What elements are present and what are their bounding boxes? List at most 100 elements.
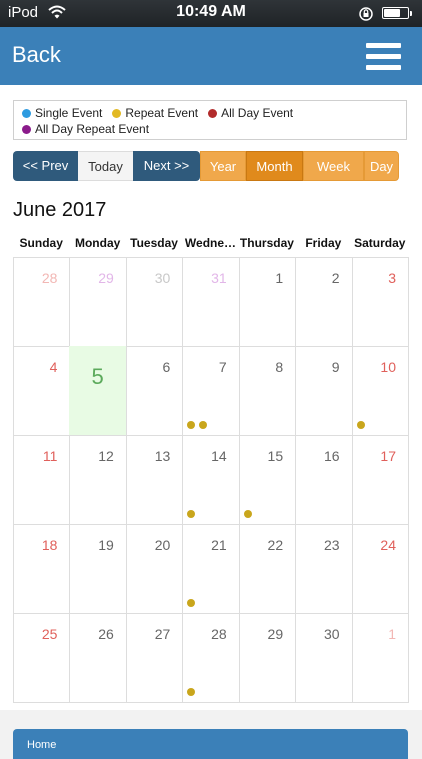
day-number: 28 [211,626,227,642]
day-cell[interactable]: 24 [351,524,409,614]
legend-dot-icon [208,109,218,118]
day-number: 30 [154,270,171,286]
day-cell[interactable]: 30 [125,257,184,347]
day-number: 10 [380,359,396,375]
day-cell[interactable]: 8 [238,346,297,436]
day-number: 15 [267,448,284,464]
legend-dot-icon [22,125,31,134]
legend-label: Repeat Event [125,106,199,120]
day-cell[interactable]: 15 [238,435,297,525]
day-number: 25 [41,626,58,642]
day-number: 11 [42,448,58,464]
day-number: 17 [380,448,396,464]
weekday-header: Sunday Monday Tuesday Wedne… Thursday Friday S… [13,236,408,254]
day-cell[interactable]: 1 [238,257,297,347]
main-content: Single Event Repeat Event All Day Event All… [0,85,422,710]
hamburger-menu-icon[interactable] [366,43,401,71]
day-number: 21 [211,537,227,553]
day-cell[interactable]: 25 [13,613,71,703]
legend-item: All Day Event [208,105,293,121]
day-number: 24 [380,537,396,553]
day-cell[interactable]: 13 [125,435,184,525]
day-cell[interactable]: 3 [351,257,409,347]
view-button-week[interactable]: Week [303,151,364,181]
footer: Home [0,710,422,759]
day-cell[interactable]: 7 [182,346,240,436]
status-bar: iPod 10:49 AM [0,0,422,27]
weekday-label: Sunday [19,236,63,250]
legend-item: Single Event [22,105,102,121]
day-number: 23 [323,537,340,553]
day-number: 28 [41,270,58,286]
day-number: 5 [91,364,104,389]
view-button-year[interactable]: Year [200,151,246,181]
day-number: 9 [331,359,340,375]
legend-label: All Day Event [221,106,294,120]
prev-button[interactable]: << Prev [13,151,78,181]
day-cell[interactable]: 27 [125,613,184,703]
day-cell[interactable]: 14 [182,435,240,525]
day-number: 27 [154,626,171,642]
weekday-label: Thursday [239,236,294,250]
home-button[interactable]: Home [13,729,408,759]
day-cell[interactable]: 22 [238,524,297,614]
event-dot-icon[interactable] [243,510,252,518]
day-cell[interactable]: 18 [13,524,71,614]
battery-tip [410,11,412,16]
day-cell[interactable]: 23 [295,524,353,614]
event-dot-icon[interactable] [187,688,196,696]
view-button-month[interactable]: Month [246,151,303,181]
day-number: 29 [267,626,284,642]
next-button[interactable]: Next >> [133,151,200,181]
day-cell[interactable]: 17 [351,435,409,525]
day-cell[interactable]: 2 [295,257,353,347]
day-cell[interactable]: 16 [295,435,353,525]
day-cell[interactable]: 20 [125,524,184,614]
day-cell[interactable]: 6 [125,346,184,436]
event-legend: Single Event Repeat Event All Day Event All… [13,100,407,140]
day-cell[interactable]: 29 [238,613,297,703]
legend-dot-icon [22,109,31,118]
day-cell[interactable]: 29 [69,257,127,347]
day-cell[interactable]: 30 [295,613,353,703]
legend-item: All Day Repeat Event [22,121,149,137]
day-number: 26 [98,626,114,642]
day-cell[interactable]: 1 [351,613,409,703]
day-cell[interactable]: 26 [69,613,127,703]
day-cell-today[interactable]: 5 [69,346,127,436]
event-dot-icon[interactable] [187,510,196,518]
day-cell[interactable]: 4 [13,346,71,436]
legend-dot-icon [112,109,122,118]
weekday-label: Monday [74,236,121,250]
day-cell[interactable]: 9 [295,346,353,436]
battery-icon [382,7,409,19]
rotation-lock-icon [359,7,373,21]
day-number: 18 [41,537,58,553]
day-number: 30 [323,626,340,642]
weekday-label: Saturday [354,236,406,250]
back-button[interactable]: Back [12,42,61,68]
weekday-label: Wedne… [184,236,237,250]
weekday-label: Friday [305,236,342,250]
day-cell[interactable]: 10 [351,346,409,436]
event-dot-icon[interactable] [356,421,365,429]
day-number: 6 [162,359,171,375]
event-dot-icon[interactable] [187,599,196,607]
day-cell[interactable]: 21 [182,524,240,614]
day-number: 1 [388,626,396,642]
day-cell[interactable]: 19 [69,524,127,614]
today-button[interactable]: Today [78,151,133,181]
event-dot-icon[interactable] [199,421,208,429]
day-cell[interactable]: 28 [182,613,240,703]
event-dot-icon[interactable] [187,421,196,429]
battery-fill [384,9,400,17]
day-cell[interactable]: 28 [13,257,71,347]
day-number: 2 [331,270,340,286]
day-cell[interactable]: 31 [182,257,240,347]
day-number: 22 [267,537,284,553]
view-button-day[interactable]: Day [364,151,399,181]
day-cell[interactable]: 12 [69,435,127,525]
legend-item: Repeat Event [112,105,198,121]
day-cell[interactable]: 11 [13,435,71,525]
month-title: June 2017 [13,199,107,221]
